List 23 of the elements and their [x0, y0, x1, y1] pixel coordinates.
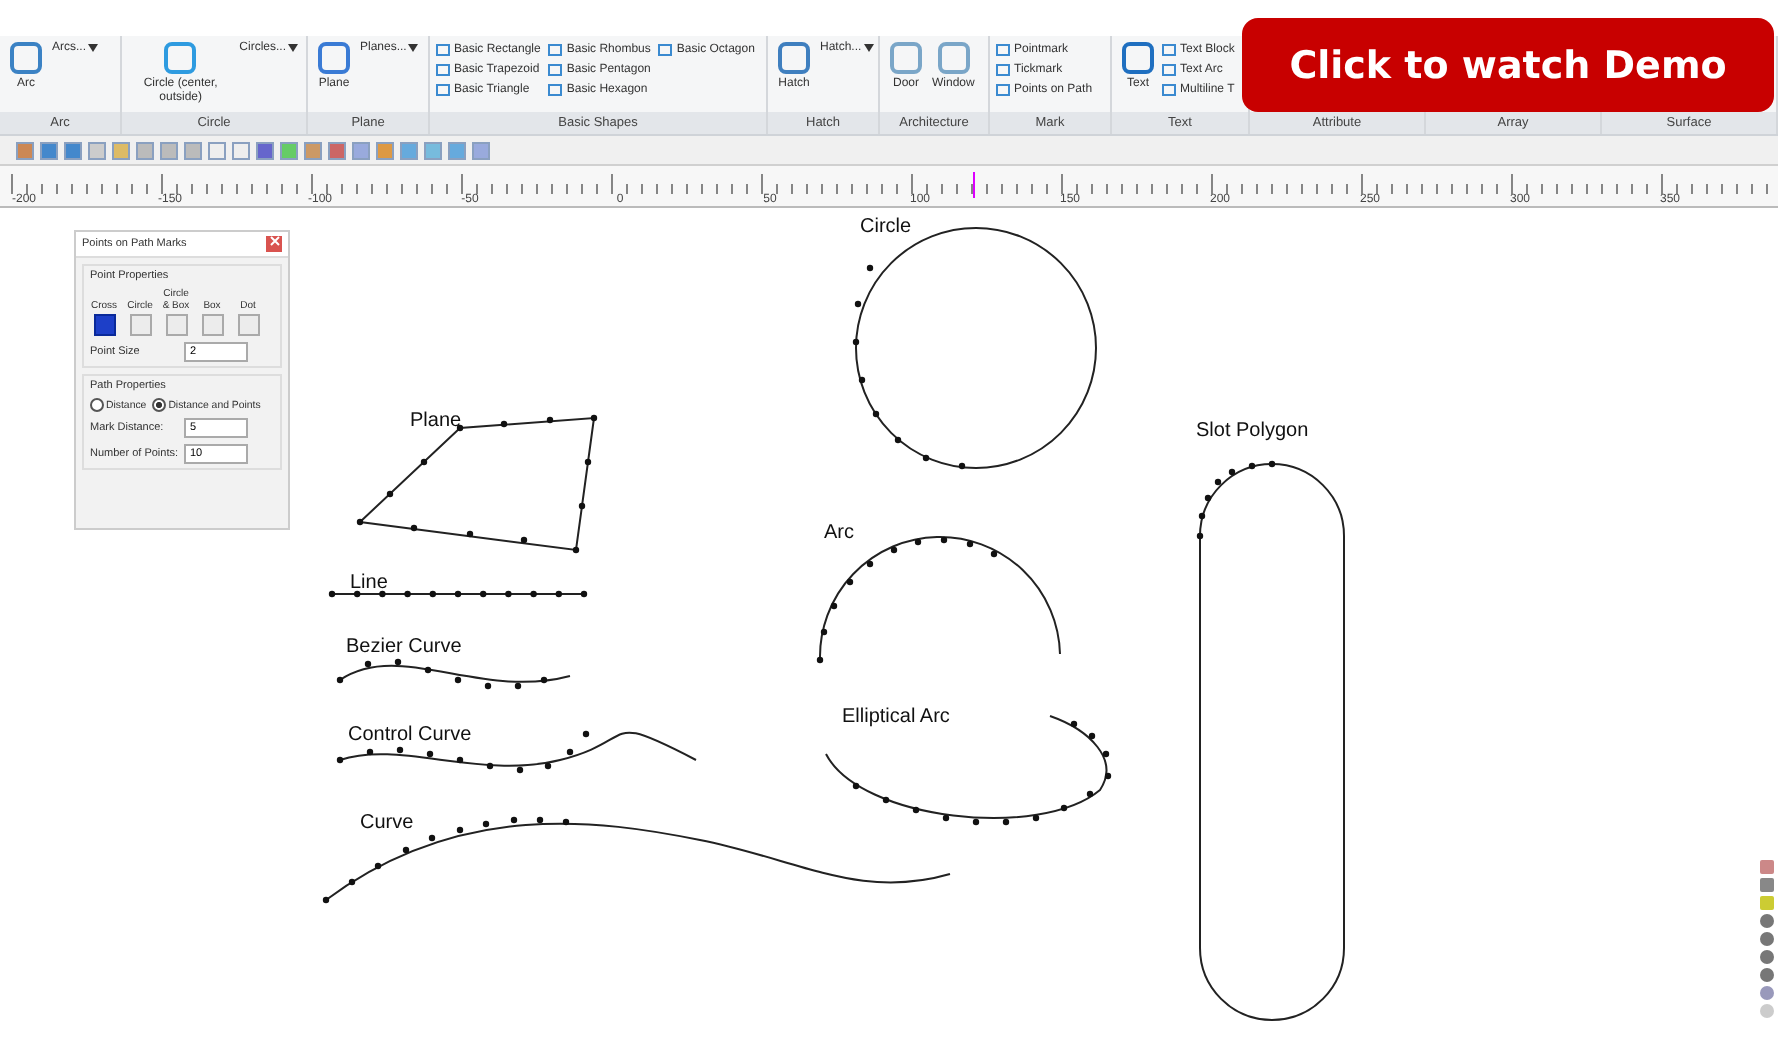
shape-label: Curve	[360, 812, 414, 834]
tool-icon	[935, 39, 972, 76]
shape-label: Control Curve	[348, 724, 472, 746]
watch-demo-button[interactable]: Click to watch Demo	[1242, 18, 1774, 112]
tool-icon	[316, 39, 352, 76]
shape-label: Elliptical Arc	[842, 706, 950, 728]
shape-label: Line	[350, 572, 388, 594]
shape-icon	[658, 43, 673, 56]
tool-icon	[162, 39, 199, 76]
tool-icon	[8, 39, 44, 76]
caret-icon	[88, 43, 99, 52]
shape-label: Plane	[410, 410, 462, 432]
tool-icon	[1120, 39, 1156, 76]
shape-label: Circle	[860, 216, 912, 238]
caret-icon	[408, 43, 419, 52]
caret-icon	[863, 43, 874, 52]
caret-icon	[288, 43, 298, 52]
shape-label: Bezier Curve	[346, 636, 462, 658]
close-button[interactable]	[266, 236, 282, 252]
shape-label: Arc	[824, 522, 854, 544]
tool-icon	[888, 39, 924, 76]
shape-label: Slot Polygon	[1196, 420, 1309, 442]
tool-icon	[776, 39, 812, 76]
